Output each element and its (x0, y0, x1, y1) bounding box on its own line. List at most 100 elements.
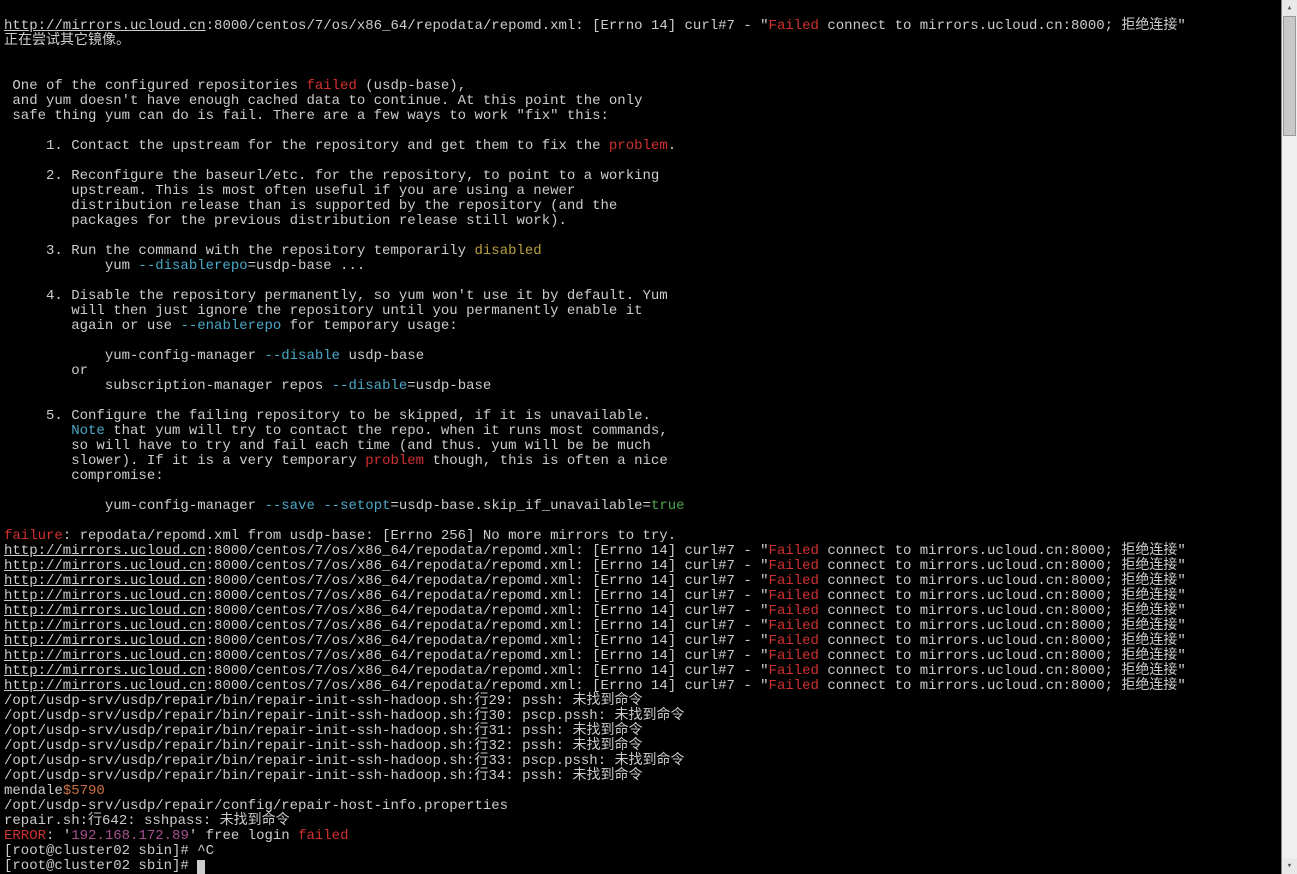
url-link[interactable]: http://mirrors.ucloud.cn (4, 573, 206, 589)
text-failed: Failed (769, 543, 819, 559)
text: . (668, 138, 676, 154)
text: :8000/centos/7/os/x86_64/repodata/repomd… (206, 618, 769, 634)
text-option: --disablerepo (138, 258, 247, 274)
scroll-down-button[interactable]: ▾ (1282, 858, 1297, 874)
text: again or use (4, 318, 180, 334)
text: repair.sh:行642: sshpass: 未找到命令 (4, 813, 290, 829)
text: that yum will try to contact the repo. w… (105, 423, 668, 439)
text: subscription-manager repos (4, 378, 332, 394)
text: though, this is often a nice (424, 453, 668, 469)
prompt: [root@cluster02 sbin]# (4, 843, 197, 859)
text-failed: Failed (769, 618, 819, 634)
text: connect to mirrors.ucloud.cn:8000; 拒绝连接" (819, 663, 1186, 679)
text: One of the configured repositories (4, 78, 306, 94)
text: connect to mirrors.ucloud.cn:8000; 拒绝连接" (819, 558, 1186, 574)
text: connect to mirrors.ucloud.cn:8000; 拒绝连接" (819, 588, 1186, 604)
text-option: --save (264, 498, 314, 514)
text: /opt/usdp-srv/usdp/repair/bin/repair-ini… (4, 693, 643, 709)
scrollbar[interactable]: ▴ ▾ (1281, 0, 1297, 874)
text: 4. Disable the repository permanently, s… (4, 288, 668, 304)
text: will then just ignore the repository unt… (4, 303, 643, 319)
url-link[interactable]: http://mirrors.ucloud.cn (4, 648, 206, 664)
url-link[interactable]: http://mirrors.ucloud.cn (4, 18, 206, 34)
text: compromise: (4, 468, 164, 484)
text-option: --disable (332, 378, 408, 394)
text: so will have to try and fail each time (… (4, 438, 651, 454)
text: :8000/centos/7/os/x86_64/repodata/repomd… (206, 678, 769, 694)
text: slower). If it is a very temporary (4, 453, 365, 469)
text: :8000/centos/7/os/x86_64/repodata/repomd… (206, 543, 769, 559)
text: ' free login (189, 828, 298, 844)
text: 3. Run the command with the repository t… (4, 243, 474, 259)
text-failed: Failed (769, 18, 819, 34)
url-link[interactable]: http://mirrors.ucloud.cn (4, 588, 206, 604)
text: connect to mirrors.ucloud.cn:8000; 拒绝连接" (819, 543, 1186, 559)
text: connect to mirrors.ucloud.cn:8000; 拒绝连接" (819, 618, 1186, 634)
text: yum-config-manager (4, 348, 264, 364)
text: and yum doesn't have enough cached data … (4, 93, 643, 109)
text: :8000/centos/7/os/x86_64/repodata/repomd… (206, 588, 769, 604)
text-failed: Failed (769, 678, 819, 694)
url-link[interactable]: http://mirrors.ucloud.cn (4, 543, 206, 559)
text (4, 423, 71, 439)
text-note: Note (71, 423, 105, 439)
text-failed: Failed (769, 663, 819, 679)
text: : repodata/repomd.xml from usdp-base: [E… (63, 528, 676, 544)
text: 1. Contact the upstream for the reposito… (4, 138, 609, 154)
text-option: --setopt (323, 498, 390, 514)
text: safe thing yum can do is fail. There are… (4, 108, 609, 124)
text: :8000/centos/7/os/x86_64/repodata/repomd… (206, 573, 769, 589)
text: or (4, 363, 88, 379)
url-link[interactable]: http://mirrors.ucloud.cn (4, 618, 206, 634)
text: :8000/centos/7/os/x86_64/repodata/repomd… (206, 603, 769, 619)
text-failed: failed (306, 78, 356, 94)
text-ip: 192.168.172.89 (71, 828, 189, 844)
text: /opt/usdp-srv/usdp/repair/config/repair-… (4, 798, 508, 814)
url-link[interactable]: http://mirrors.ucloud.cn (4, 558, 206, 574)
text: 5. Configure the failing repository to b… (4, 408, 651, 424)
text: yum-config-manager (4, 498, 264, 514)
terminal-output[interactable]: http://mirrors.ucloud.cn:8000/centos/7/o… (0, 0, 1281, 874)
scroll-up-button[interactable]: ▴ (1282, 0, 1297, 16)
text: (usdp-base), (357, 78, 466, 94)
text: :8000/centos/7/os/x86_64/repodata/repomd… (206, 648, 769, 664)
text-failed: Failed (769, 573, 819, 589)
text-failed: failed (298, 828, 348, 844)
text: yum (4, 258, 138, 274)
url-link[interactable]: http://mirrors.ucloud.cn (4, 663, 206, 679)
text: connect to mirrors.ucloud.cn:8000; 拒绝连接" (819, 633, 1186, 649)
text: :8000/centos/7/os/x86_64/repodata/repomd… (206, 633, 769, 649)
text-option: --disable (264, 348, 340, 364)
text: : ' (46, 828, 71, 844)
text-error: ERROR (4, 828, 46, 844)
text-problem: problem (365, 453, 424, 469)
text: /opt/usdp-srv/usdp/repair/bin/repair-ini… (4, 753, 685, 769)
url-link[interactable]: http://mirrors.ucloud.cn (4, 678, 206, 694)
scroll-thumb[interactable] (1283, 16, 1296, 136)
url-link[interactable]: http://mirrors.ucloud.cn (4, 633, 206, 649)
text: connect to mirrors.ucloud.cn:8000; 拒绝连接" (819, 648, 1186, 664)
cursor (197, 860, 205, 874)
text: :8000/centos/7/os/x86_64/repodata/repomd… (206, 558, 769, 574)
text: /opt/usdp-srv/usdp/repair/bin/repair-ini… (4, 708, 685, 724)
text-failed: Failed (769, 603, 819, 619)
text: mendale (4, 783, 63, 799)
url-link[interactable]: http://mirrors.ucloud.cn (4, 603, 206, 619)
text: ^C (197, 843, 214, 859)
text-failure: failure (4, 528, 63, 544)
text: for temporary usage: (281, 318, 457, 334)
text: /opt/usdp-srv/usdp/repair/bin/repair-ini… (4, 738, 643, 754)
text: distribution release than is supported b… (4, 198, 617, 214)
text-true: true (651, 498, 685, 514)
text: =usdp-base ... (248, 258, 366, 274)
text: /opt/usdp-srv/usdp/repair/bin/repair-ini… (4, 723, 643, 739)
text-option: --enablerepo (180, 318, 281, 334)
text: connect to mirrors.ucloud.cn:8000; 拒绝连接" (819, 678, 1186, 694)
text-disabled: disabled (474, 243, 541, 259)
text: /opt/usdp-srv/usdp/repair/bin/repair-ini… (4, 768, 643, 784)
text: connect to mirrors.ucloud.cn:8000; 拒绝连接" (819, 18, 1186, 34)
text-problem: problem (609, 138, 668, 154)
text: connect to mirrors.ucloud.cn:8000; 拒绝连接" (819, 573, 1186, 589)
text: =usdp-base.skip_if_unavailable= (391, 498, 651, 514)
text: $5790 (63, 783, 105, 799)
